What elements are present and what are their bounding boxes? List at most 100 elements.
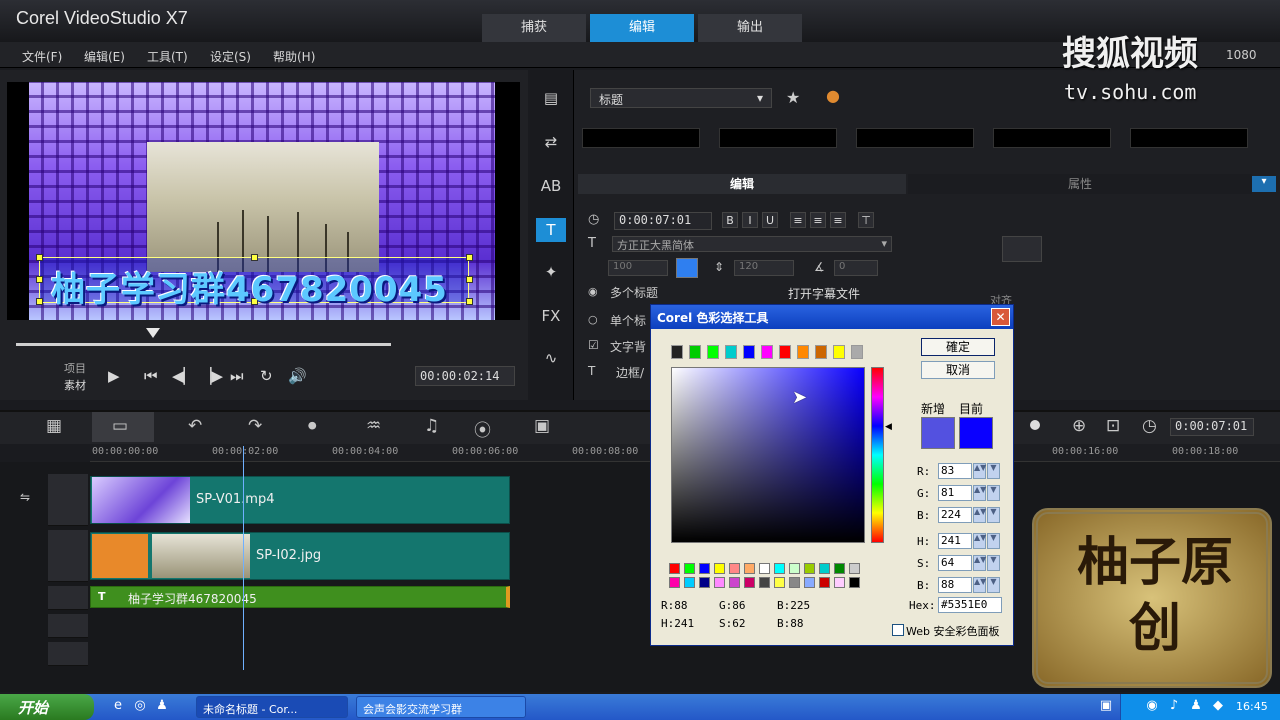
track-manager-icon[interactable]: ⇋ [20,490,30,504]
palette-color-swatch[interactable] [804,563,815,574]
task-chat-group[interactable]: 会声会影交流学习群 [356,696,526,718]
palette-color-swatch[interactable] [789,563,800,574]
recent-color-swatch[interactable] [851,345,863,359]
title-thumb[interactable] [719,128,837,148]
next-icon[interactable]: ⏭ [230,367,244,385]
transition-icon[interactable]: ⇄ [536,130,566,154]
recent-color-swatch[interactable] [833,345,845,359]
add-star-icon[interactable]: ★ [786,88,800,107]
palette-color-swatch[interactable] [834,563,845,574]
spin-icon[interactable]: ▲▼ [973,577,986,593]
border-icon[interactable]: T [588,364,595,378]
recent-color-swatch[interactable] [779,345,791,359]
scrubber-bar[interactable] [16,343,391,346]
palette-color-swatch[interactable] [774,577,785,588]
recent-color-swatch[interactable] [761,345,773,359]
palette-color-swatch[interactable] [684,563,695,574]
border-label[interactable]: 边框/ [616,364,644,381]
radio-icon[interactable]: ○ [588,313,598,326]
spin-icon[interactable]: ▲▼ [973,507,986,523]
scrubber-knob[interactable] [146,328,160,338]
tab-options-edit[interactable]: 编辑 [578,174,906,194]
tray-qq-icon[interactable]: ♟ [1188,698,1204,714]
palette-color-swatch[interactable] [699,563,710,574]
playhead[interactable] [243,446,244,670]
palette-color-swatch[interactable] [849,577,860,588]
zoom-slider-knob[interactable] [1030,420,1040,430]
palette-color-swatch[interactable] [729,563,740,574]
ok-button[interactable]: 確定 [921,338,995,356]
record-icon[interactable]: ⏺ [308,416,317,436]
align-center-icon[interactable]: ≡ [810,212,826,228]
s-input[interactable]: 64 [938,555,972,571]
palette-color-swatch[interactable] [669,563,680,574]
storyboard-icon[interactable]: ▦ [46,416,62,436]
title-thumb[interactable] [1130,128,1248,148]
palette-color-swatch[interactable] [849,563,860,574]
font-select[interactable]: 方正正大黑简体 ▾ [612,236,892,252]
fit-icon[interactable]: ⊡ [1106,416,1120,436]
auto-music-icon[interactable]: ♫ [424,416,439,436]
tray-shield-icon[interactable]: ◆ [1210,698,1226,714]
h-input[interactable]: 241 [938,533,972,549]
music-track-header[interactable] [48,642,88,666]
voice-track-header[interactable] [48,614,88,638]
mode-project[interactable]: 项目 [64,360,86,376]
film-icon[interactable]: ▤ [536,86,566,110]
b-input[interactable]: 224 [938,507,972,523]
motion-icon[interactable]: ⦿ [474,416,491,441]
dropdown-icon[interactable]: ▼ [987,485,1000,501]
recent-color-swatch[interactable] [743,345,755,359]
title-thumb[interactable] [582,128,700,148]
dropdown-icon[interactable]: ▼ [987,533,1000,549]
content-icon[interactable]: ● [826,86,840,105]
radio-icon[interactable]: ◉ [588,285,598,298]
menu-settings[interactable]: 设定(S) [210,48,251,65]
title-overlay-text[interactable]: 柚子学习群467820045 [51,262,448,311]
undo-icon[interactable]: ↶ [188,416,202,436]
web-safe-checkbox[interactable] [892,624,904,636]
library-select[interactable]: 标题 ▾ [590,88,772,108]
multi-title-radio[interactable]: 多个标题 [610,284,658,301]
font-color-swatch[interactable] [676,258,698,278]
palette-color-swatch[interactable] [699,577,710,588]
dropdown-icon[interactable]: ▼ [987,463,1000,479]
browser-icon[interactable]: ◎ [132,698,148,714]
palette-color-swatch[interactable] [729,577,740,588]
close-icon[interactable]: ✕ [991,308,1010,326]
duration-input[interactable]: 0:00:07:01 [614,212,712,230]
dropdown-icon[interactable]: ▼ [987,507,1000,523]
mode-clip[interactable]: 素材 [64,377,86,393]
ab-icon[interactable]: AB [536,174,566,198]
v-input[interactable]: 88 [938,577,972,593]
palette-color-swatch[interactable] [669,577,680,588]
vertical-text-icon[interactable]: ⊤ [858,212,874,228]
recent-color-swatch[interactable] [815,345,827,359]
preview-timecode[interactable]: 00:00:02:14 [415,366,515,386]
palette-color-swatch[interactable] [744,563,755,574]
title-track-header[interactable] [48,586,88,610]
tab-options-attributes[interactable]: 属性 [908,174,1252,194]
menu-tools[interactable]: 工具(T) [147,48,188,65]
dropdown-icon[interactable]: ▼ [987,555,1000,571]
palette-color-swatch[interactable] [744,577,755,588]
spin-icon[interactable]: ▲▼ [973,485,986,501]
zoom-in-icon[interactable]: ⊕ [1072,416,1086,436]
menu-file[interactable]: 文件(F) [22,48,62,65]
menu-edit[interactable]: 编辑(E) [84,48,125,65]
spin-icon[interactable]: ▲▼ [973,533,986,549]
line-spacing-select[interactable]: 120 [734,260,794,276]
recent-color-swatch[interactable] [707,345,719,359]
palette-color-swatch[interactable] [819,577,830,588]
palette-color-swatch[interactable] [759,577,770,588]
palette-color-swatch[interactable] [714,577,725,588]
cancel-button[interactable]: 取消 [921,361,995,379]
font-size-select[interactable]: 100 [608,260,668,276]
g-input[interactable]: 81 [938,485,972,501]
italic-button[interactable]: I [742,212,758,228]
tab-edit[interactable]: 编辑 [590,14,694,42]
single-title-radio[interactable]: 单个标 [610,312,646,329]
audio-mixer-icon[interactable]: ♒ [366,416,381,436]
timeline-view-icon[interactable]: ▭ [112,416,128,436]
start-button[interactable]: 开始 [0,694,94,720]
